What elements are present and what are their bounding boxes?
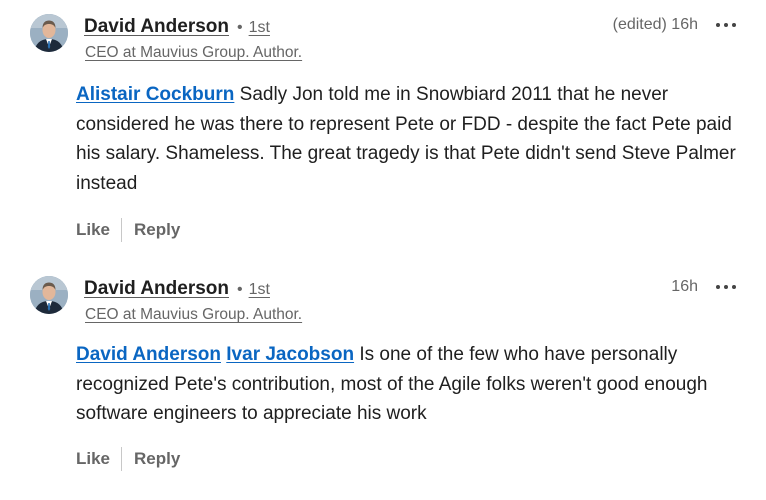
more-options-icon[interactable]	[716, 17, 736, 33]
avatar[interactable]	[30, 14, 68, 52]
author-headline[interactable]: CEO at Mauvius Group. Author.	[85, 306, 302, 324]
degree-label: 1st	[248, 281, 270, 298]
comment-actions: Like Reply	[76, 447, 180, 471]
like-button[interactable]: Like	[76, 449, 110, 469]
comment-text: David Anderson Ivar Jacobson Is one of t…	[76, 340, 746, 429]
separator-dot-icon: •	[237, 19, 243, 36]
separator-dot-icon: •	[237, 281, 243, 298]
connection-degree: • 1st	[237, 281, 270, 299]
timestamp: (edited) 16h	[612, 16, 698, 33]
avatar[interactable]	[30, 276, 68, 314]
author-name[interactable]: David Anderson	[84, 278, 229, 300]
author-name[interactable]: David Anderson	[84, 16, 229, 38]
mention-link[interactable]: Alistair Cockburn	[76, 84, 234, 105]
more-options-icon[interactable]	[716, 279, 736, 295]
author-row: David Anderson • 1st	[84, 278, 270, 300]
comment-meta: (edited) 16h	[613, 16, 736, 34]
like-button[interactable]: Like	[76, 220, 110, 240]
mention-link[interactable]: Ivar Jacobson	[226, 344, 354, 365]
timestamp: 16h	[671, 278, 698, 295]
action-divider	[121, 447, 123, 471]
connection-degree: • 1st	[237, 19, 270, 37]
author-row: David Anderson • 1st	[84, 16, 270, 38]
comment: David Anderson • 1st CEO at Mauvius Group…	[0, 0, 766, 250]
mention-link[interactable]: David Anderson	[76, 344, 221, 365]
action-divider	[121, 218, 123, 242]
reply-button[interactable]: Reply	[134, 449, 180, 469]
comment-text: Alistair Cockburn Sadly Jon told me in S…	[76, 80, 746, 198]
comment-meta: 16h	[671, 278, 736, 296]
author-headline[interactable]: CEO at Mauvius Group. Author.	[85, 44, 302, 62]
degree-label: 1st	[248, 19, 270, 36]
reply-button[interactable]: Reply	[134, 220, 180, 240]
comment: David Anderson • 1st CEO at Mauvius Group…	[0, 262, 766, 500]
comment-actions: Like Reply	[76, 218, 180, 242]
